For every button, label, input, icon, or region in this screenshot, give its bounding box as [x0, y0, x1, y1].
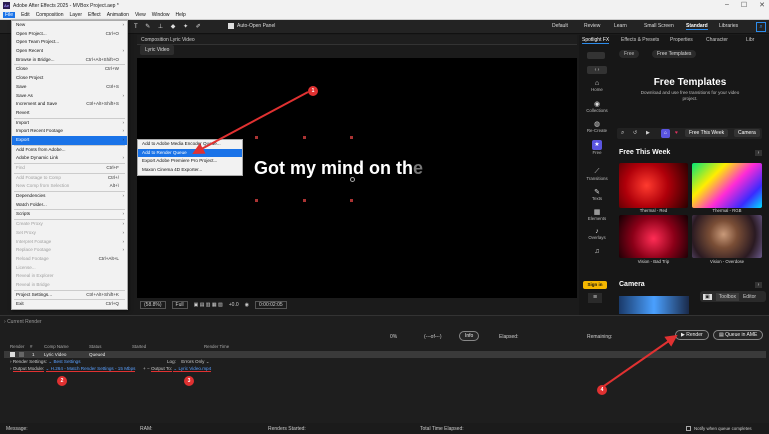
annotation-badge-2: 2: [57, 376, 67, 386]
annotation-overlay: [192, 91, 678, 387]
annotation-badge-4: 4: [597, 385, 607, 395]
annotation-badge-3: 3: [184, 376, 194, 386]
annotation-badge-1: 1: [308, 86, 318, 96]
annotation-arrow-4: [603, 334, 678, 387]
annotation-arrow-1: [192, 91, 309, 154]
